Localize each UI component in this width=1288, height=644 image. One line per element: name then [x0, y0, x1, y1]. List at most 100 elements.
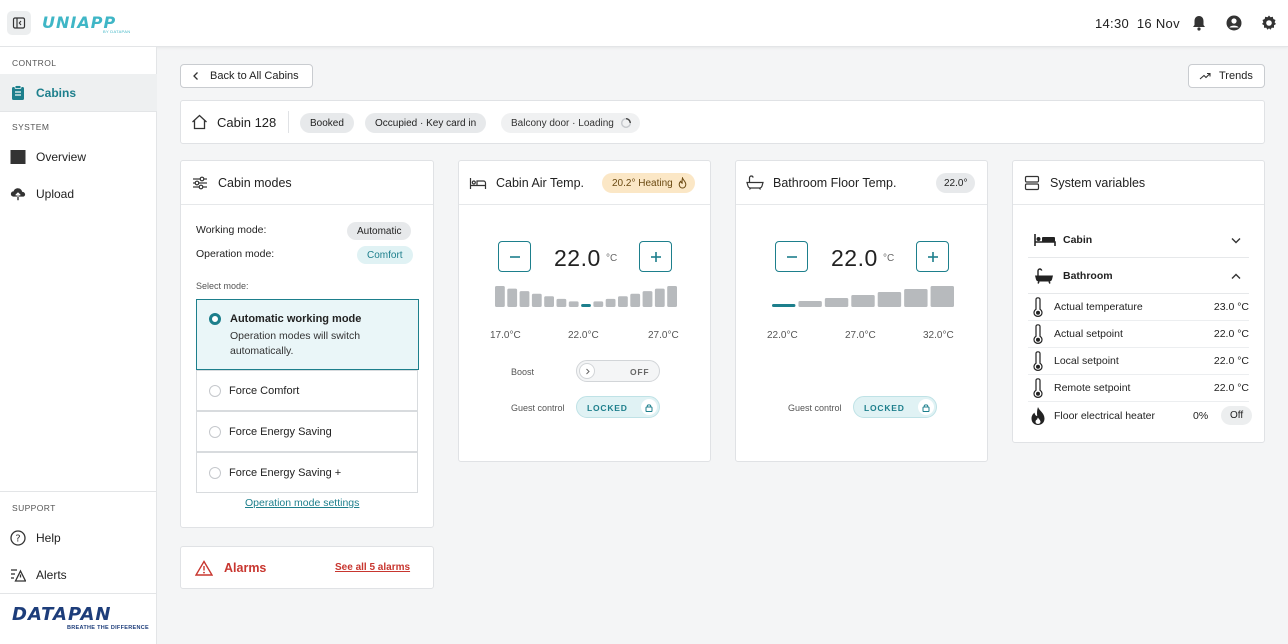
- mode-option-force-energy-saving[interactable]: Force Energy Saving: [196, 411, 418, 452]
- trends-label: Trends: [1219, 70, 1253, 82]
- card-title: Cabin modes: [218, 175, 292, 190]
- mode-option-label: Force Comfort: [229, 384, 300, 397]
- scale-bar: [630, 293, 641, 307]
- status-badge-balcony: Balcony door · Loading: [501, 113, 640, 133]
- sidebar-item-label: Alerts: [36, 567, 67, 582]
- trends-button[interactable]: Trends: [1188, 64, 1265, 88]
- gear-icon[interactable]: [1260, 14, 1278, 32]
- badge-label: Balcony door · Loading: [511, 117, 614, 129]
- mode-desc-line1: Operation modes will switch: [230, 330, 361, 342]
- bed-icon: [1034, 233, 1056, 246]
- system-variables-header: System variables: [1013, 161, 1264, 205]
- minus-icon: [786, 255, 797, 258]
- operation-mode-label: Operation mode:: [196, 248, 275, 260]
- guest-control-state: LOCKED: [864, 403, 905, 413]
- working-mode-badge: Automatic: [347, 222, 412, 240]
- floor-scale-max: 32.0°C: [923, 330, 954, 341]
- clipboard-icon: [10, 84, 26, 101]
- scale-bar: [593, 301, 604, 307]
- var-row-actual-temperature: Actual temperature 23.0 °C: [1028, 294, 1249, 321]
- scale-bar: [851, 295, 875, 307]
- accordion-cabin[interactable]: Cabin: [1028, 222, 1249, 258]
- guest-control-toggle[interactable]: LOCKED: [853, 396, 937, 418]
- air-temp-scale: [495, 286, 677, 307]
- var-label: Floor electrical heater: [1054, 409, 1155, 422]
- mode-desc-line2: automatically.: [230, 345, 294, 357]
- sidebar-item-upload[interactable]: Upload: [0, 175, 157, 212]
- sidebar-section-control: CONTROL: [12, 58, 57, 68]
- alarms-card: Alarms See all 5 alarms: [180, 546, 434, 589]
- accordion-bathroom[interactable]: Bathroom: [1028, 258, 1249, 294]
- toggle-knob: [579, 363, 595, 379]
- sidebar-item-overview[interactable]: Overview: [0, 138, 157, 175]
- flame-icon: [1028, 405, 1048, 427]
- radio[interactable]: [209, 385, 221, 397]
- mode-option-automatic[interactable]: Automatic working mode Operation modes w…: [196, 299, 419, 370]
- bed-icon: [469, 174, 487, 192]
- scale-bar: [642, 291, 653, 307]
- sidebar-item-help[interactable]: ? Help: [0, 519, 157, 556]
- var-value: 22.0 °C: [1213, 382, 1249, 394]
- sidebar-divider: [0, 593, 157, 594]
- back-to-cabins-button[interactable]: Back to All Cabins: [180, 64, 313, 88]
- decrease-floor-temp-button[interactable]: [775, 241, 808, 272]
- scale-bar: [904, 289, 928, 307]
- sidebar-section-support: SUPPORT: [12, 503, 56, 513]
- help-icon: ?: [10, 529, 26, 546]
- system-variables-card: System variables Cabin Bathroom Actual t…: [1012, 160, 1265, 443]
- cabin-modes-header: Cabin modes: [181, 161, 433, 205]
- trend-up-icon: [1199, 72, 1211, 80]
- thermometer-icon: [1028, 377, 1048, 399]
- clock-date: 16 Nov: [1136, 16, 1180, 31]
- plus-icon: [650, 251, 661, 262]
- thermometer-icon: [1028, 296, 1048, 318]
- boost-toggle[interactable]: OFF: [576, 360, 660, 382]
- sliders-icon: [191, 174, 209, 192]
- floor-scale-min: 22.0°C: [767, 330, 798, 341]
- minus-icon: [509, 255, 520, 258]
- increase-air-temp-button[interactable]: [639, 241, 672, 272]
- radio-selected[interactable]: [209, 313, 221, 325]
- increase-floor-temp-button[interactable]: [916, 241, 949, 272]
- bell-icon[interactable]: [1190, 14, 1208, 32]
- cabin-header: Cabin 128 Booked Occupied · Key card in …: [180, 100, 1265, 144]
- status-badge-booked: Booked: [300, 113, 354, 133]
- svg-text:?: ?: [15, 533, 20, 544]
- air-scale-mid: 22.0°C: [568, 330, 599, 341]
- var-label: Actual setpoint: [1054, 328, 1123, 340]
- scale-bar: [519, 291, 530, 307]
- working-mode-label: Working mode:: [196, 224, 267, 236]
- accordion-label: Bathroom: [1063, 269, 1113, 282]
- mode-option-force-comfort[interactable]: Force Comfort: [196, 370, 418, 411]
- cabin-name: Cabin 128: [217, 115, 277, 130]
- decrease-air-temp-button[interactable]: [498, 241, 531, 272]
- divider: [288, 111, 289, 133]
- floor-scale-mid: 27.0°C: [845, 330, 876, 341]
- heating-badge: 20.2° Heating: [602, 173, 695, 193]
- sidebar-item-alerts[interactable]: Alerts: [0, 556, 157, 593]
- scale-current-bar: [772, 304, 796, 307]
- see-all-alarms-link[interactable]: See all 5 alarms: [335, 562, 410, 573]
- chevron-right-icon: [585, 368, 590, 374]
- scale-bar: [877, 292, 902, 307]
- radio[interactable]: [209, 426, 221, 438]
- floor-temp-badge: 22.0°: [936, 173, 976, 193]
- var-value: 23.0 °C: [1213, 301, 1249, 313]
- card-title: System variables: [1050, 175, 1146, 190]
- radio[interactable]: [209, 467, 221, 479]
- sidebar-item-cabins[interactable]: Cabins: [0, 74, 157, 111]
- sidebar-toggle-button[interactable]: [7, 11, 31, 35]
- mode-option-force-energy-saving-plus[interactable]: Force Energy Saving +: [196, 452, 418, 493]
- user-icon[interactable]: [1225, 14, 1243, 32]
- boost-state: OFF: [630, 367, 650, 377]
- sidebar-divider: [0, 491, 157, 492]
- scale-bar: [618, 296, 628, 307]
- scale-bar: [654, 288, 665, 307]
- guest-control-toggle[interactable]: LOCKED: [576, 396, 660, 418]
- accordion-label: Cabin: [1063, 233, 1093, 246]
- var-label: Local setpoint: [1054, 355, 1119, 367]
- air-temp-setpoint: 22.0: [554, 245, 601, 271]
- back-label: Back to All Cabins: [210, 70, 299, 82]
- operation-mode-settings-link[interactable]: Operation mode settings: [245, 497, 359, 509]
- var-row-remote-setpoint: Remote setpoint 22.0 °C: [1028, 375, 1249, 402]
